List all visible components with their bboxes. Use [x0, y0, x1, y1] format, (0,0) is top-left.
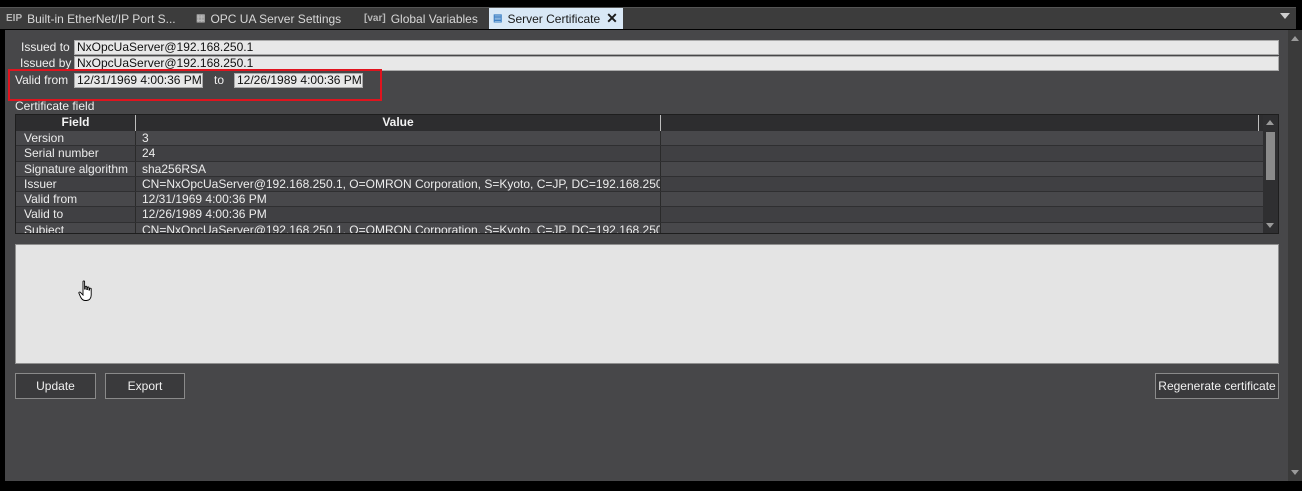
table-scrollbar[interactable] — [1263, 115, 1278, 233]
tab-label: Global Variables — [390, 11, 478, 26]
cell-empty — [661, 146, 1264, 160]
issued-to-label: Issued to — [21, 40, 70, 54]
scroll-thumb[interactable] — [1266, 132, 1275, 180]
export-button[interactable]: Export — [105, 373, 185, 399]
cell-value: 24 — [136, 146, 661, 161]
tab-global-variables[interactable]: [var] Global Variables — [364, 8, 484, 29]
tab-label: Built-in EtherNet/IP Port S... — [27, 11, 176, 26]
cell-empty — [661, 162, 1264, 176]
ethernet-ip-icon: EIP — [6, 13, 23, 24]
update-button[interactable]: Update — [15, 373, 96, 399]
certificate-field-table[interactable]: Field Value Version 3 Serial number 24 S… — [15, 114, 1279, 234]
cell-empty — [661, 207, 1264, 221]
table-row[interactable]: Valid to 12/26/1989 4:00:36 PM — [16, 207, 1264, 223]
tab-bar: EIP Built-in EtherNet/IP Port S... ▦ OPC… — [0, 0, 1302, 30]
certificate-icon: ▤ — [493, 13, 503, 24]
cell-empty — [661, 131, 1264, 145]
tab-strip — [0, 7, 1296, 29]
settings-grid-icon: ▦ — [196, 13, 206, 24]
certificate-field-label: Certificate field — [15, 99, 95, 113]
regenerate-certificate-button[interactable]: Regenerate certificate — [1155, 373, 1279, 399]
cell-field: Issuer — [16, 176, 136, 192]
scroll-down-icon[interactable] — [1291, 470, 1299, 475]
table-row[interactable]: Issuer CN=NxOpcUaServer@192.168.250.1, O… — [16, 176, 1264, 193]
cell-value: CN=NxOpcUaServer@192.168.250.1, O=OMRON … — [136, 222, 661, 233]
table-row[interactable]: Serial number 24 — [16, 146, 1264, 162]
table-row[interactable]: Valid from 12/31/1969 4:00:36 PM — [16, 192, 1264, 208]
cell-value: sha256RSA — [136, 161, 661, 176]
scroll-up-icon[interactable] — [1266, 120, 1274, 125]
cell-field: Version — [16, 131, 136, 146]
cell-field: Subject — [16, 222, 136, 233]
tab-label: OPC UA Server Settings — [210, 11, 342, 26]
column-header-value[interactable]: Value — [136, 115, 661, 131]
variables-icon: [var] — [364, 13, 386, 24]
field-detail-area[interactable] — [15, 244, 1279, 364]
issued-by-label: Issued by — [20, 56, 72, 70]
tab-label: Server Certificate — [507, 11, 601, 26]
panel-vertical-scrollbar[interactable] — [1288, 30, 1302, 481]
tab-list-dropdown-icon[interactable] — [1280, 13, 1290, 19]
cell-field: Serial number — [16, 146, 136, 161]
column-header-field[interactable]: Field — [16, 115, 136, 131]
validity-highlight-box — [8, 69, 382, 101]
cell-value: 12/31/1969 4:00:36 PM — [136, 192, 661, 207]
scroll-up-icon[interactable] — [1291, 36, 1299, 41]
cell-value: CN=NxOpcUaServer@192.168.250.1, O=OMRON … — [136, 176, 661, 192]
cell-empty — [661, 177, 1264, 191]
bottom-border — [0, 481, 1302, 491]
cell-field: Valid to — [16, 207, 136, 222]
table-row[interactable]: Subject CN=NxOpcUaServer@192.168.250.1, … — [16, 222, 1264, 233]
cell-field: Signature algorithm — [16, 161, 136, 176]
table-row[interactable]: Signature algorithm sha256RSA — [16, 161, 1264, 177]
table-row[interactable]: Version 3 — [16, 131, 1264, 147]
cell-value: 12/26/1989 4:00:36 PM — [136, 207, 661, 222]
scroll-down-icon[interactable] — [1266, 223, 1274, 228]
tab-server-certificate[interactable]: ▤ Server Certificate ✕ — [489, 8, 623, 29]
tab-ethernet-ip-port[interactable]: EIP Built-in EtherNet/IP Port S... — [6, 8, 186, 29]
table-header: Field Value — [16, 115, 1264, 131]
column-header-empty — [661, 115, 1259, 131]
cell-value: 3 — [136, 131, 661, 146]
cell-empty — [661, 223, 1264, 233]
table-rows: Version 3 Serial number 24 Signature alg… — [16, 131, 1264, 233]
issued-to-field: NxOpcUaServer@192.168.250.1 — [74, 40, 1279, 55]
close-icon[interactable]: ✕ — [606, 10, 618, 27]
hand-pointer-cursor-icon — [78, 280, 92, 301]
tab-opc-ua-server-settings[interactable]: ▦ OPC UA Server Settings — [196, 8, 356, 29]
cell-empty — [661, 192, 1264, 206]
cell-field: Valid from — [16, 192, 136, 207]
